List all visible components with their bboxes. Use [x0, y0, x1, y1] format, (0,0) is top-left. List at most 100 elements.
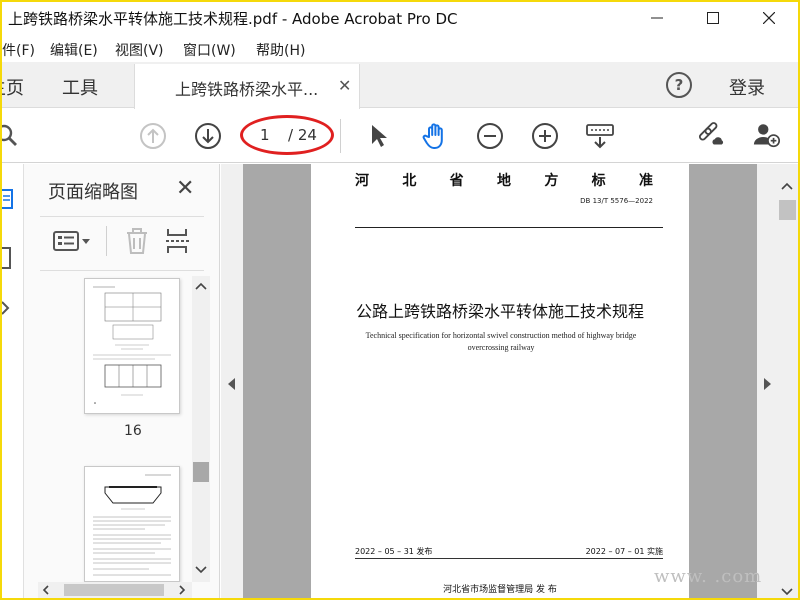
attachment-icon[interactable]	[2, 294, 18, 322]
cursor-arrow-icon	[372, 125, 387, 147]
tab-bar: 主页 工具 上跨铁路桥梁水平... ✕ ? 登录	[2, 62, 798, 109]
left-nav-rail	[2, 164, 24, 598]
caret-right-icon[interactable]	[763, 378, 771, 390]
panel-divider	[40, 270, 204, 271]
scroll-thumb[interactable]	[193, 462, 209, 482]
minimize-icon	[651, 17, 663, 19]
implement-date: 2022 – 07 – 01 实施	[585, 547, 663, 556]
scroll-thumb[interactable]	[779, 200, 796, 220]
tab-document-label: 上跨铁路桥梁水平...	[175, 80, 319, 99]
scroll-thumb[interactable]	[64, 584, 164, 596]
page-thumbnails-icon[interactable]	[2, 186, 18, 214]
search-icon	[2, 124, 17, 146]
org-char: 方	[544, 173, 561, 189]
publish-date: 2022 – 05 – 31 发布	[355, 547, 433, 556]
menu-file[interactable]: 件(F)	[2, 40, 35, 60]
thumbnail-panel: 页面缩略图 ✕ 16	[24, 164, 220, 598]
help-button[interactable]: ?	[666, 72, 692, 98]
tool-divider	[106, 226, 107, 256]
trash-icon	[127, 228, 147, 254]
standard-number: DB 13/T 5576—2022	[580, 197, 653, 205]
options-menu-icon	[53, 231, 90, 251]
minimize-button[interactable]	[634, 2, 680, 34]
tab-document[interactable]: 上跨铁路桥梁水平... ✕	[134, 64, 360, 109]
caret-left-icon[interactable]	[228, 378, 236, 390]
thumbnail-page-16[interactable]	[84, 278, 180, 414]
english-title-line-2: overcrossing railway	[467, 343, 535, 352]
title-bar: 上跨铁路桥梁水平转体施工技术规程.pdf - Adobe Acrobat Pro…	[2, 2, 798, 34]
chevron-up-icon[interactable]	[781, 182, 793, 190]
chevron-down-icon[interactable]	[195, 566, 207, 574]
org-char: 准	[638, 173, 655, 189]
maximize-button[interactable]	[690, 2, 736, 34]
thumbnail-options-button[interactable]	[52, 226, 94, 256]
thumbnail-content	[93, 286, 171, 404]
panel-divider	[40, 216, 204, 217]
org-char: 省	[449, 173, 466, 189]
chevron-left-icon[interactable]	[42, 585, 50, 595]
document-vertical-scrollbar[interactable]	[777, 164, 798, 598]
bookmark-icon[interactable]	[2, 244, 18, 272]
hand-icon	[422, 123, 443, 149]
keyboard-download-icon	[586, 124, 614, 149]
zoom-out-button[interactable]	[475, 121, 505, 151]
insert-page-button[interactable]	[164, 226, 192, 256]
hand-tool-button[interactable]	[420, 121, 450, 151]
chevron-up-icon[interactable]	[195, 282, 207, 290]
chevron-down-icon[interactable]	[781, 588, 793, 596]
thumbnail-content	[93, 474, 171, 576]
acrobat-window: 上跨铁路桥梁水平转体施工技术规程.pdf - Adobe Acrobat Pro…	[2, 2, 798, 598]
menu-bar: 件(F) 编辑(E) 视图(V) 窗口(W) 帮助(H)	[2, 34, 798, 62]
right-panel-toggle[interactable]	[757, 164, 777, 598]
delete-page-button[interactable]	[124, 226, 150, 256]
tab-tools[interactable]: 工具	[62, 74, 98, 100]
prev-page-button[interactable]	[138, 121, 168, 151]
header-rule	[355, 227, 663, 228]
tab-close-icon[interactable]: ✕	[338, 76, 351, 95]
login-button[interactable]: 登录	[729, 74, 765, 100]
tab-home[interactable]: 主页	[2, 74, 24, 100]
thumbnail-horizontal-scrollbar[interactable]	[38, 582, 192, 598]
add-user-icon	[753, 124, 781, 148]
watermark: www. .com	[654, 566, 763, 587]
menu-edit[interactable]: 编辑(E)	[50, 40, 98, 60]
red-annotation-ellipse	[240, 115, 334, 155]
link-cloud-icon	[698, 122, 724, 145]
zoom-in-icon	[532, 123, 558, 149]
menu-view[interactable]: 视图(V)	[115, 40, 164, 60]
menu-window[interactable]: 窗口(W)	[183, 40, 236, 60]
window-title: 上跨铁路桥梁水平转体施工技术规程.pdf - Adobe Acrobat Pro…	[8, 10, 458, 28]
pdf-page: 河 北 省 地 方 标 准 DB 13/T 5576—2022 公路上跨铁路桥梁…	[311, 164, 689, 598]
insert-page-icon	[166, 229, 190, 253]
share-link-button[interactable]	[696, 121, 726, 151]
close-icon	[763, 12, 775, 24]
english-title-line-1: Technical specification for horizontal s…	[365, 331, 637, 340]
toolbar: 1 / 24	[2, 109, 798, 163]
menu-help[interactable]: 帮助(H)	[256, 40, 305, 60]
page-display-button[interactable]	[585, 121, 615, 151]
org-char: 北	[402, 173, 419, 189]
maximize-icon	[707, 12, 719, 24]
document-view[interactable]: 河 北 省 地 方 标 准 DB 13/T 5576—2022 公路上跨铁路桥梁…	[221, 164, 798, 598]
search-button[interactable]	[2, 121, 22, 151]
thumbnail-page-17[interactable]	[84, 466, 180, 582]
thumbnail-panel-title: 页面缩略图	[48, 182, 138, 203]
toolbar-divider	[340, 119, 341, 153]
select-tool-button[interactable]	[364, 121, 394, 151]
english-title: Technical specification for horizontal s…	[341, 330, 661, 354]
footer-rule	[355, 558, 663, 559]
add-user-button[interactable]	[752, 121, 782, 151]
close-window-button[interactable]	[746, 2, 792, 34]
next-page-button[interactable]	[193, 121, 223, 151]
org-char: 地	[496, 173, 513, 189]
thumbnail-vertical-scrollbar[interactable]	[192, 276, 210, 582]
thumbnail-panel-close-icon[interactable]: ✕	[176, 176, 194, 201]
left-panel-toggle[interactable]	[221, 164, 243, 598]
chevron-right-icon[interactable]	[178, 585, 186, 595]
org-char: 河	[355, 173, 371, 189]
issuing-bureau: 河北省市场监督管理局 发 布	[443, 585, 557, 595]
zoom-out-icon	[477, 123, 503, 149]
document-title: 公路上跨铁路桥梁水平转体施工技术规程	[355, 302, 644, 321]
zoom-in-button[interactable]	[530, 121, 560, 151]
arrow-down-circle-icon	[195, 123, 221, 149]
